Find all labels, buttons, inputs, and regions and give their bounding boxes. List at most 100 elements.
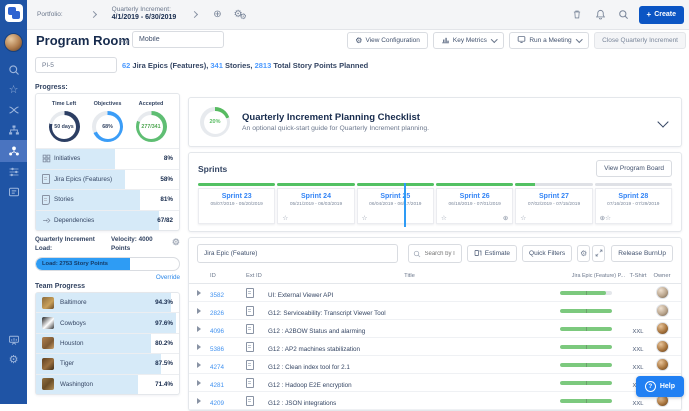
question-icon: ? bbox=[644, 381, 656, 392]
grid-search[interactable] bbox=[407, 244, 462, 263]
owner-avatar[interactable] bbox=[655, 286, 669, 299]
progress-row-dependencies[interactable]: Dependencies 67/82 bbox=[36, 209, 179, 230]
user-avatar[interactable] bbox=[4, 33, 23, 52]
quarterly-increment-selector[interactable]: Quarterly Increment: 4/1/2019 - 6/30/201… bbox=[112, 6, 177, 23]
epic-id-link[interactable]: 4274 bbox=[210, 364, 224, 371]
grid-settings-button[interactable]: ⚙ bbox=[577, 245, 591, 262]
sitemap-icon[interactable] bbox=[0, 120, 27, 140]
star-icon[interactable]: ☆ bbox=[282, 215, 288, 223]
search-icon[interactable] bbox=[618, 9, 629, 20]
program-room-icon[interactable] bbox=[0, 140, 27, 162]
sprint-column[interactable]: Sprint 27 07/02/2019 - 07/15/2019 ☆ bbox=[515, 183, 593, 224]
kanban-board-icon[interactable] bbox=[0, 182, 27, 202]
star-icon[interactable]: ☆ bbox=[441, 215, 447, 223]
crosshair-icon[interactable]: ⊕ bbox=[503, 215, 508, 223]
expander-icon[interactable] bbox=[197, 397, 201, 404]
search-icon[interactable] bbox=[0, 60, 27, 80]
expander-icon[interactable] bbox=[197, 289, 201, 296]
app-sidebar: ☆ ⚙ bbox=[0, 0, 27, 404]
shuffle-icon[interactable] bbox=[0, 100, 27, 120]
view-configuration-button[interactable]: ⚙ View Configuration bbox=[347, 32, 428, 49]
help-button[interactable]: ? Help bbox=[635, 376, 684, 397]
table-row[interactable]: 4096 G12 : A2BOW Status and alarming XXL bbox=[189, 320, 681, 338]
key-metrics-button[interactable]: Key Metrics bbox=[432, 32, 505, 49]
portfolio-label[interactable]: Portfolio: bbox=[37, 11, 63, 18]
program-input[interactable] bbox=[132, 31, 224, 48]
document-icon bbox=[246, 395, 254, 406]
velocity-label: Velocity: 4000 Points bbox=[111, 236, 153, 252]
create-button[interactable]: + Create bbox=[638, 5, 684, 24]
sprint-column[interactable]: Sprint 25 06/04/2019 - 06/17/2019 ☆ bbox=[356, 183, 434, 224]
epic-id-link[interactable]: 5386 bbox=[210, 346, 224, 353]
owner-avatar[interactable] bbox=[655, 304, 669, 317]
owner-avatar[interactable] bbox=[655, 358, 669, 371]
release-burnup-button[interactable]: Release BurnUp bbox=[611, 245, 673, 262]
points-count: 2813 bbox=[254, 61, 272, 70]
epic-id-link[interactable]: 4281 bbox=[210, 382, 224, 389]
qi-label: Quarterly Increment: bbox=[111, 6, 171, 14]
epic-id-link[interactable]: 4096 bbox=[210, 328, 224, 335]
column-header-ext-id[interactable]: Ext ID bbox=[246, 273, 272, 279]
progress-row-initiatives[interactable]: Initiatives 8% bbox=[36, 148, 179, 169]
team-row[interactable]: Washington 71.4% bbox=[36, 373, 179, 394]
sprint-column[interactable]: Sprint 26 06/18/2019 - 07/01/2019 ☆ ⊕ bbox=[435, 183, 514, 224]
reports-icon[interactable] bbox=[0, 330, 27, 350]
view-program-board-button[interactable]: View Program Board bbox=[596, 160, 672, 177]
table-row[interactable]: 3582 UI: External Viewer API bbox=[189, 284, 681, 302]
table-row[interactable]: 4281 G12 : Hadoop E2E encryption XXL bbox=[189, 374, 681, 392]
load-gear-icon[interactable]: ⚙ bbox=[172, 236, 180, 253]
add-target-icon[interactable]: ⊕ bbox=[213, 9, 221, 20]
sheet-selector[interactable]: Jira Epic (Feature) bbox=[197, 244, 398, 263]
settings-gear-icon[interactable]: ⚙ bbox=[0, 350, 27, 370]
sprint-column[interactable]: Sprint 24 05/21/2019 - 06/03/2019 ☆ bbox=[277, 183, 355, 224]
star-icon[interactable]: ☆ bbox=[362, 215, 368, 223]
owner-avatar[interactable] bbox=[655, 322, 669, 335]
expander-icon[interactable] bbox=[197, 361, 201, 368]
team-row[interactable]: Cowboys 97.6% bbox=[36, 312, 179, 333]
progress-bar bbox=[560, 398, 612, 403]
expander-icon[interactable] bbox=[197, 343, 201, 350]
planning-checklist-card[interactable]: 20% Quarterly Increment Planning Checkli… bbox=[188, 97, 682, 147]
sliders-icon[interactable] bbox=[0, 162, 27, 182]
team-row[interactable]: Tiger 87.5% bbox=[36, 353, 179, 374]
table-row[interactable]: 5386 G12 : AP2 machines stabilization XX… bbox=[189, 338, 681, 356]
favorites-star-icon[interactable]: ☆ bbox=[0, 80, 27, 100]
table-row[interactable]: 4209 G12 : JSON integrations XXL bbox=[189, 392, 681, 410]
table-row[interactable]: 4274 G12 : Clean index tool for 2.1 XXL bbox=[189, 356, 681, 374]
expander-icon[interactable] bbox=[197, 379, 201, 386]
crosshair-star-icons[interactable]: ⊕☆ bbox=[600, 215, 611, 223]
jira-align-logo-icon[interactable] bbox=[4, 4, 23, 22]
gears-icon[interactable]: ⚙ ⚙ bbox=[234, 9, 247, 21]
epic-id-link[interactable]: 2826 bbox=[210, 310, 224, 317]
team-row[interactable]: Baltimore 94.3% bbox=[36, 293, 179, 313]
chevron-down-icon[interactable] bbox=[657, 116, 669, 128]
grid-search-input[interactable] bbox=[422, 249, 457, 258]
column-header-title[interactable]: Title bbox=[272, 273, 547, 279]
column-header-tshirt[interactable]: T-Shirt bbox=[625, 273, 651, 279]
column-header-progress[interactable]: Jira Epic (Feature) P... bbox=[547, 273, 625, 279]
run-a-meeting-button[interactable]: Run a Meeting bbox=[509, 32, 590, 49]
epic-id-link[interactable]: 3582 bbox=[210, 292, 224, 299]
owner-avatar[interactable] bbox=[655, 340, 669, 353]
trash-icon[interactable] bbox=[572, 9, 582, 20]
expand-button[interactable] bbox=[592, 245, 606, 262]
table-row[interactable]: 2826 G12: Serviceability: Transcript Vie… bbox=[189, 302, 681, 320]
progress-row-epics[interactable]: Jira Epics (Features) 58% bbox=[36, 168, 179, 189]
estimate-button[interactable]: Estimate bbox=[466, 245, 518, 262]
column-header-owner[interactable]: Owner bbox=[651, 273, 673, 279]
pi-selector[interactable] bbox=[35, 57, 117, 73]
sprint-column[interactable]: Sprint 23 05/07/2019 - 05/20/2019 bbox=[198, 183, 276, 224]
close-quarterly-increment-button[interactable]: Close Quarterly Increment bbox=[594, 32, 686, 49]
sprint-column[interactable]: Sprint 28 07/16/2019 - 07/29/2019 ⊕☆ bbox=[594, 183, 672, 224]
progress-row-stories[interactable]: Stories 81% bbox=[36, 189, 179, 210]
checklist-title: Quarterly Increment Planning Checklist bbox=[242, 112, 420, 123]
epic-id-link[interactable]: 4209 bbox=[210, 400, 224, 407]
expander-icon[interactable] bbox=[197, 325, 201, 332]
quick-filters-button[interactable]: Quick Filters bbox=[522, 245, 573, 262]
override-link[interactable]: Override bbox=[35, 274, 180, 281]
notifications-bell-icon[interactable] bbox=[595, 9, 606, 20]
expander-icon[interactable] bbox=[197, 307, 201, 314]
star-icon[interactable]: ☆ bbox=[520, 215, 526, 223]
column-header-id[interactable]: ID bbox=[210, 273, 246, 279]
team-row[interactable]: Houston 80.2% bbox=[36, 332, 179, 354]
